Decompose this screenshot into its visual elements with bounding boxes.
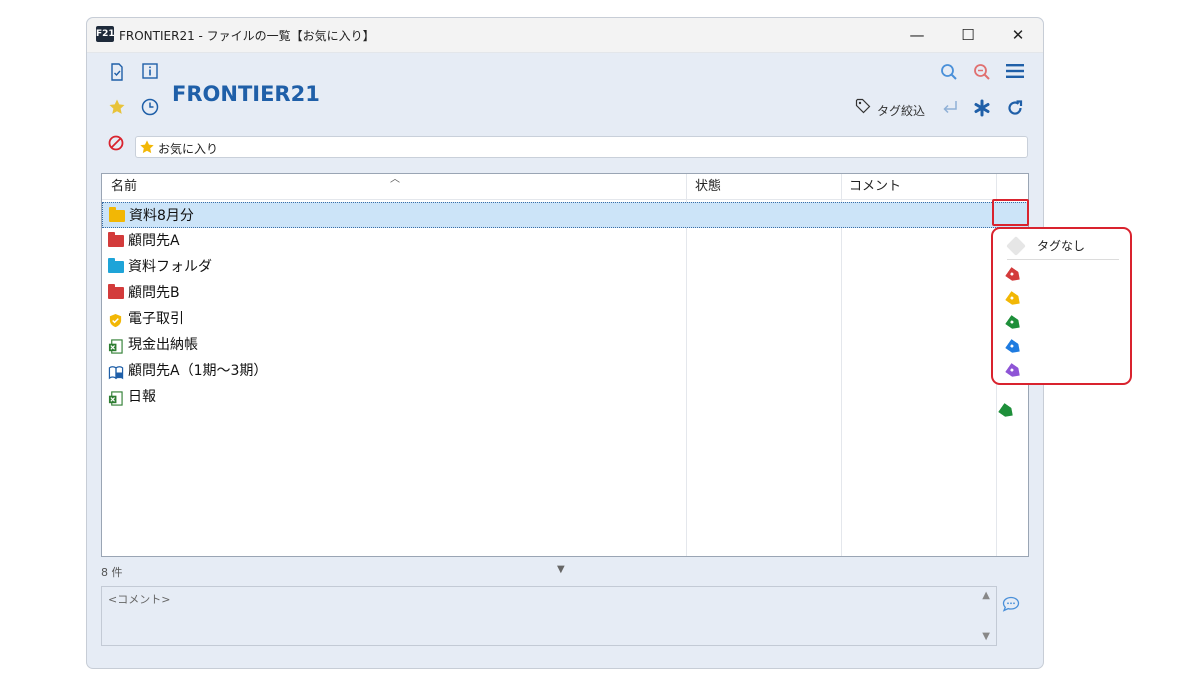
- history-clock-icon[interactable]: [139, 98, 161, 120]
- asterisk-icon[interactable]: [971, 99, 993, 121]
- yellow-tag-icon: [1005, 291, 1023, 308]
- search-icon[interactable]: [938, 63, 960, 85]
- file-list: 名前 ︿ 状態 コメント 資料8月分顧問先A 資料フォルダ 顧問先B 電子取引現金出納…: [101, 173, 1029, 557]
- table-row[interactable]: 顧問先B: [102, 280, 1028, 306]
- comment-placeholder: <コメント>: [108, 593, 171, 606]
- purple-tag-icon: [1005, 363, 1023, 380]
- brand-title: FRONTIER21: [172, 82, 320, 106]
- tag-filter-label[interactable]: タグ絞込: [877, 102, 925, 119]
- table-row[interactable]: 電子取引: [102, 306, 1028, 332]
- file-name: 日報: [128, 389, 156, 405]
- title-bar: F21 FRONTIER21 - ファイルの一覧【お気に入り】 — ☐ ✕: [87, 18, 1043, 53]
- scroll-down-icon[interactable]: ▼: [982, 631, 990, 642]
- close-button[interactable]: ✕: [994, 18, 1042, 52]
- table-row[interactable]: 日報: [102, 384, 1028, 410]
- empty-tag-icon: [1006, 236, 1026, 256]
- tag-option[interactable]: [993, 361, 1130, 385]
- red-tag-icon: [1005, 267, 1023, 284]
- item-count: 8 件: [101, 566, 123, 579]
- minimize-button[interactable]: —: [893, 18, 941, 52]
- filter-input[interactable]: お気に入り: [135, 136, 1028, 158]
- app-window: F21 FRONTIER21 - ファイルの一覧【お気に入り】 — ☐ ✕ FR…: [86, 17, 1044, 669]
- comment-field[interactable]: <コメント> ▲ ▼: [101, 586, 997, 646]
- splitter-arrow-icon[interactable]: ▼: [557, 564, 565, 575]
- enter-return-icon[interactable]: [939, 99, 961, 121]
- tag-cell-highlight: [992, 199, 1029, 226]
- search-clear-icon[interactable]: [971, 63, 993, 85]
- file-name: 顧問先A: [128, 233, 180, 249]
- favorites-star-icon: [139, 139, 155, 159]
- table-row[interactable]: 現金出納帳: [102, 332, 1028, 358]
- tag-option[interactable]: [993, 289, 1130, 313]
- window-title: FRONTIER21 - ファイルの一覧【お気に入り】: [119, 29, 375, 43]
- folder-red-icon: [108, 232, 124, 248]
- menu-icon[interactable]: [1004, 63, 1026, 85]
- book-icon: [108, 364, 124, 380]
- blue-tag-icon: [1005, 339, 1023, 356]
- refresh-icon[interactable]: [1004, 99, 1026, 121]
- spreadsheet-icon: [108, 338, 124, 354]
- table-row[interactable]: 資料フォルダ: [102, 254, 1028, 280]
- table-row[interactable]: 顧問先A: [102, 228, 1028, 254]
- folder-blue-icon: [108, 258, 124, 274]
- filter-value: お気に入り: [158, 142, 219, 156]
- clear-filter-icon[interactable]: [105, 135, 127, 157]
- file-name: 顧問先A（1期～3期）: [128, 363, 268, 379]
- file-name: 顧問先B: [128, 285, 180, 301]
- column-header-status[interactable]: 状態: [695, 174, 721, 200]
- tag-popup: タグなし: [991, 227, 1132, 385]
- column-header-name[interactable]: 名前: [111, 174, 137, 200]
- file-name: 現金出納帳: [128, 337, 198, 353]
- tag-filter-icon[interactable]: [853, 98, 873, 120]
- file-name: 資料フォルダ: [128, 259, 212, 275]
- file-name: 電子取引: [128, 311, 184, 327]
- favorites-star-icon[interactable]: [106, 98, 128, 120]
- popup-divider: [1007, 259, 1119, 260]
- tag-option[interactable]: [993, 313, 1130, 337]
- file-name: 資料8月分: [129, 208, 194, 224]
- info-icon[interactable]: [139, 63, 161, 85]
- document-check-icon[interactable]: [106, 63, 128, 85]
- sort-ascending-icon: ︿: [390, 174, 400, 185]
- green-tag-icon: [1005, 315, 1023, 332]
- table-row[interactable]: 資料8月分: [102, 202, 1028, 228]
- comment-bubble-icon[interactable]: [1000, 596, 1022, 618]
- app-logo: F21: [96, 26, 115, 42]
- maximize-button[interactable]: ☐: [944, 18, 992, 52]
- tag-option-none[interactable]: タグなし: [993, 233, 1130, 257]
- tag-none-label: タグなし: [1037, 239, 1086, 253]
- table-row[interactable]: 顧問先A（1期～3期）: [102, 358, 1028, 384]
- spreadsheet-icon: [108, 390, 124, 406]
- tag-option[interactable]: [993, 265, 1130, 289]
- tag-option[interactable]: [993, 337, 1130, 361]
- folder-red-icon: [108, 284, 124, 300]
- scroll-up-icon[interactable]: ▲: [982, 590, 990, 601]
- column-header-comment[interactable]: コメント: [849, 174, 901, 200]
- shield-check-icon: [108, 312, 124, 328]
- folder-yellow-icon: [109, 207, 125, 223]
